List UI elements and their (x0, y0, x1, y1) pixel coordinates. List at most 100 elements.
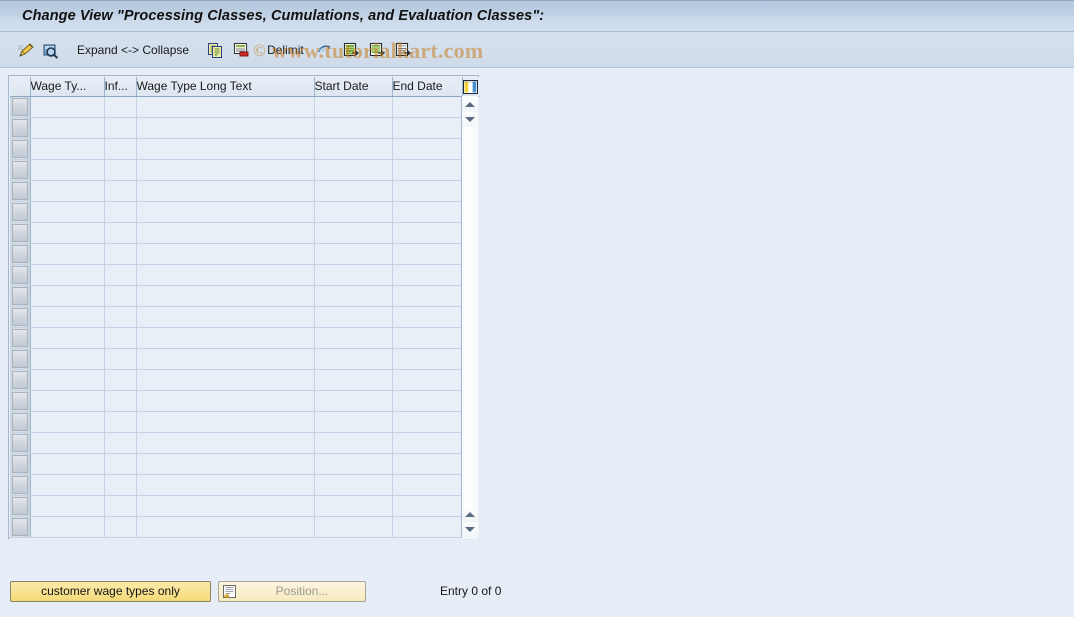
row-select-cell[interactable] (10, 495, 31, 517)
cell-end_date[interactable] (392, 495, 463, 517)
cell-end_date[interactable] (392, 453, 463, 475)
cell-wage_type[interactable] (30, 243, 105, 265)
cell-wage_type_long_text[interactable] (136, 180, 315, 202)
cell-wage_type_long_text[interactable] (136, 516, 315, 538)
table-row[interactable] (10, 390, 479, 412)
row-select-cell[interactable] (10, 159, 31, 181)
scroll-up-button[interactable] (462, 97, 478, 112)
column-header-select[interactable] (10, 77, 31, 97)
table-row[interactable] (10, 453, 479, 475)
delete-row-icon[interactable] (230, 39, 252, 61)
cell-wage_type_long_text[interactable] (136, 432, 315, 454)
row-select-box[interactable] (12, 475, 28, 494)
column-header-wage-type[interactable]: Wage Ty... (30, 77, 105, 97)
cell-end_date[interactable] (392, 516, 463, 538)
display-magnifier-icon[interactable] (38, 39, 62, 61)
cell-wage_type[interactable] (30, 348, 105, 370)
table-row[interactable] (10, 180, 479, 202)
cell-wage_type[interactable] (30, 222, 105, 244)
row-select-box[interactable] (12, 265, 28, 284)
scrollbar-track[interactable] (462, 127, 478, 507)
cell-infotype[interactable] (104, 411, 137, 433)
row-select-cell[interactable] (10, 411, 31, 433)
cell-infotype[interactable] (104, 96, 137, 118)
column-header-infotype[interactable]: Inf... (104, 77, 137, 97)
cell-infotype[interactable] (104, 180, 137, 202)
row-select-cell[interactable] (10, 201, 31, 223)
scroll-down-button[interactable] (462, 522, 478, 537)
customer-wage-types-only-button[interactable]: customer wage types only (10, 581, 211, 602)
row-select-box[interactable] (12, 160, 28, 179)
row-select-cell[interactable] (10, 432, 31, 454)
cell-infotype[interactable] (104, 369, 137, 391)
cell-wage_type[interactable] (30, 117, 105, 139)
expand-collapse-button[interactable]: Expand <-> Collapse (71, 39, 195, 61)
cell-wage_type_long_text[interactable] (136, 159, 315, 181)
table-row[interactable] (10, 495, 479, 517)
cell-wage_type_long_text[interactable] (136, 306, 315, 328)
cell-infotype[interactable] (104, 222, 137, 244)
cell-infotype[interactable] (104, 390, 137, 412)
cell-wage_type_long_text[interactable] (136, 117, 315, 139)
cell-wage_type_long_text[interactable] (136, 201, 315, 223)
cell-wage_type[interactable] (30, 138, 105, 160)
table-row[interactable] (10, 159, 479, 181)
cell-infotype[interactable] (104, 117, 137, 139)
row-select-box[interactable] (12, 496, 28, 515)
cell-infotype[interactable] (104, 474, 137, 496)
cell-infotype[interactable] (104, 516, 137, 538)
column-header-start-date[interactable]: Start Date (314, 77, 393, 97)
row-select-cell[interactable] (10, 180, 31, 202)
cell-start_date[interactable] (314, 453, 393, 475)
cell-start_date[interactable] (314, 411, 393, 433)
cell-wage_type_long_text[interactable] (136, 390, 315, 412)
cell-wage_type_long_text[interactable] (136, 474, 315, 496)
cell-end_date[interactable] (392, 348, 463, 370)
cell-wage_type_long_text[interactable] (136, 96, 315, 118)
table-row[interactable] (10, 117, 479, 139)
row-select-box[interactable] (12, 454, 28, 473)
cell-start_date[interactable] (314, 432, 393, 454)
row-select-cell[interactable] (10, 222, 31, 244)
row-select-box[interactable] (12, 328, 28, 347)
edit-pencil-icon[interactable] (14, 39, 38, 61)
cell-wage_type[interactable] (30, 159, 105, 181)
row-select-box[interactable] (12, 517, 28, 536)
cell-end_date[interactable] (392, 327, 463, 349)
scroll-page-down-button[interactable] (462, 507, 478, 522)
cell-end_date[interactable] (392, 264, 463, 286)
cell-end_date[interactable] (392, 222, 463, 244)
copy-icon[interactable] (204, 39, 226, 61)
cell-infotype[interactable] (104, 159, 137, 181)
cell-wage_type[interactable] (30, 411, 105, 433)
table-row[interactable] (10, 411, 479, 433)
row-select-cell[interactable] (10, 117, 31, 139)
row-select-box[interactable] (12, 139, 28, 158)
cell-infotype[interactable] (104, 285, 137, 307)
cell-wage_type_long_text[interactable] (136, 222, 315, 244)
row-select-box[interactable] (12, 286, 28, 305)
row-select-cell[interactable] (10, 453, 31, 475)
cell-infotype[interactable] (104, 327, 137, 349)
cell-start_date[interactable] (314, 495, 393, 517)
row-select-box[interactable] (12, 412, 28, 431)
row-select-cell[interactable] (10, 306, 31, 328)
cell-start_date[interactable] (314, 516, 393, 538)
cell-start_date[interactable] (314, 159, 393, 181)
cell-wage_type_long_text[interactable] (136, 453, 315, 475)
cell-start_date[interactable] (314, 369, 393, 391)
row-select-box[interactable] (12, 181, 28, 200)
cell-wage_type[interactable] (30, 201, 105, 223)
cell-end_date[interactable] (392, 138, 463, 160)
table-row[interactable] (10, 222, 479, 244)
row-select-box[interactable] (12, 370, 28, 389)
cell-end_date[interactable] (392, 474, 463, 496)
row-select-box[interactable] (12, 118, 28, 137)
row-select-cell[interactable] (10, 138, 31, 160)
cell-end_date[interactable] (392, 390, 463, 412)
table-row[interactable] (10, 306, 479, 328)
row-select-cell[interactable] (10, 474, 31, 496)
cell-wage_type[interactable] (30, 495, 105, 517)
cell-start_date[interactable] (314, 96, 393, 118)
cell-start_date[interactable] (314, 222, 393, 244)
